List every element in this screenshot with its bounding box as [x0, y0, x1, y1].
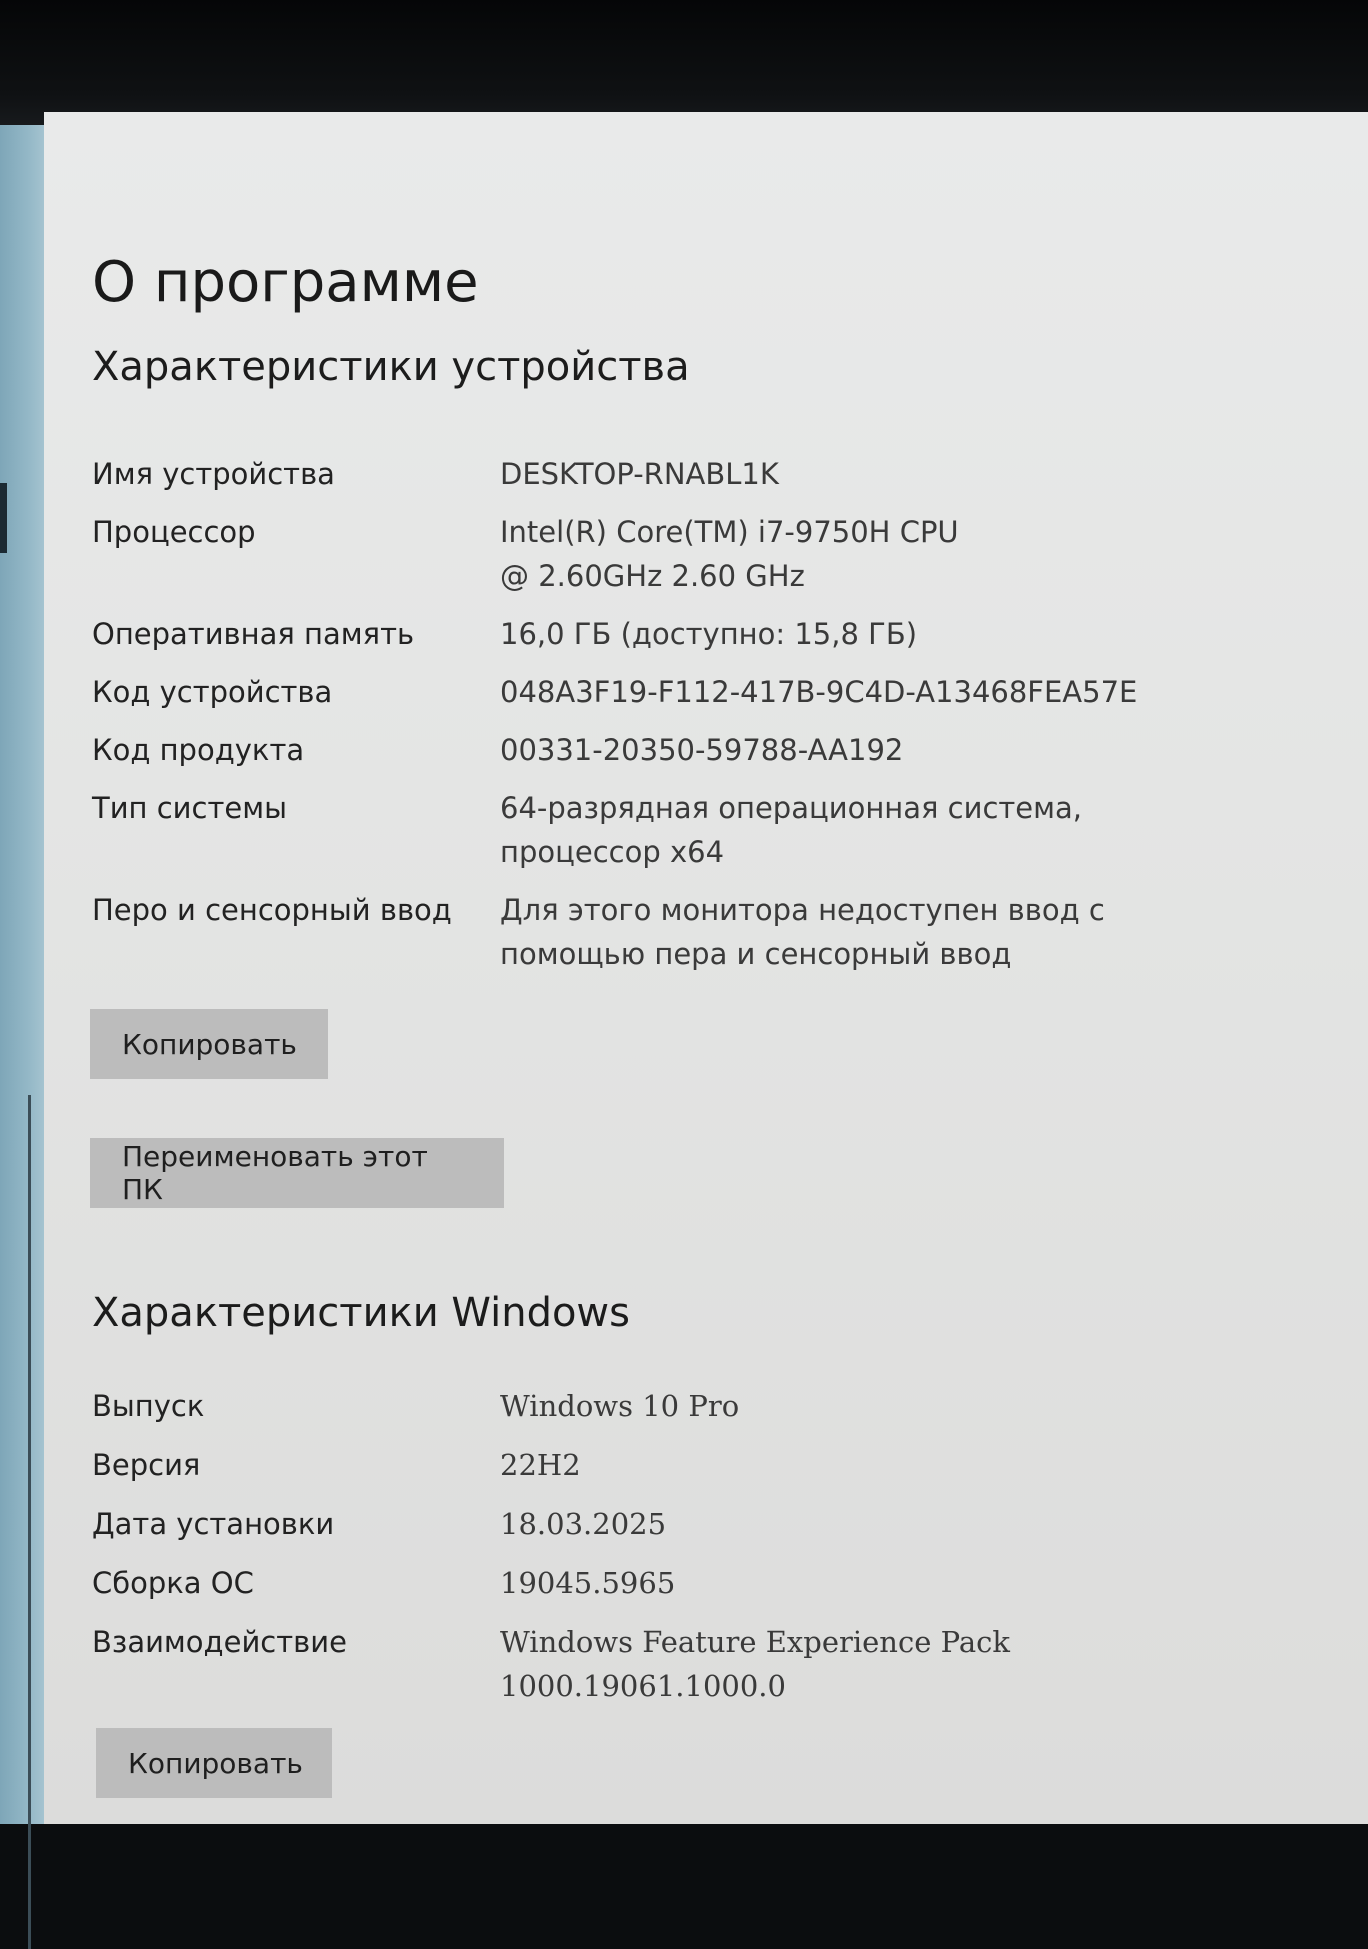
copy-windows-specs-button[interactable]: Копировать: [96, 1728, 332, 1798]
windows-specs-heading: Характеристики Windows: [92, 1290, 630, 1336]
spec-label: Версия: [92, 1448, 201, 1482]
spec-row-product-id: Код продукта 00331-20350-59788-AA192: [92, 728, 1152, 772]
spec-label: Код устройства: [92, 675, 333, 709]
spec-value: DESKTOP-RNABL1K: [500, 457, 779, 491]
page-title: О программе: [92, 250, 479, 315]
spec-label: Выпуск: [92, 1389, 205, 1423]
device-specs-heading: Характеристики устройства: [92, 344, 690, 390]
spec-row-pen-touch: Перо и сенсорный ввод Для этого монитора…: [92, 888, 1152, 976]
spec-label: Сборка ОС: [92, 1566, 254, 1600]
spec-value: 64-разрядная операционная система, проце…: [500, 791, 1083, 869]
spec-label: Тип системы: [92, 791, 287, 825]
spec-row-system-type: Тип системы 64-разрядная операционная си…: [92, 786, 1152, 874]
spec-value: 18.03.2025: [500, 1507, 667, 1541]
spec-label: Процессор: [92, 515, 256, 549]
spec-value: 00331-20350-59788-AA192: [500, 733, 904, 767]
spec-row-device-id: Код устройства 048A3F19-F112-417B-9C4D-A…: [92, 670, 1152, 714]
spec-row-os-build: Сборка ОС 19045.5965: [92, 1561, 1152, 1605]
spec-value: Windows 10 Pro: [500, 1389, 740, 1423]
spec-row-device-name: Имя устройства DESKTOP-RNABL1K: [92, 452, 1152, 496]
spec-row-version: Версия 22H2: [92, 1443, 1152, 1487]
spec-value: Для этого монитора недоступен ввод с пом…: [500, 893, 1105, 971]
spec-value: 16,0 ГБ (доступно: 15,8 ГБ): [500, 617, 918, 651]
spec-label: Код продукта: [92, 733, 305, 767]
sidebar-divider: [28, 1095, 31, 1949]
copy-device-specs-button[interactable]: Копировать: [90, 1009, 328, 1079]
spec-row-experience: Взаимодействие Windows Feature Experienc…: [92, 1620, 1152, 1708]
spec-row-install-date: Дата установки 18.03.2025: [92, 1502, 1152, 1546]
spec-value: 19045.5965: [500, 1566, 676, 1600]
settings-sidebar-edge: [0, 125, 48, 1949]
spec-label: Перо и сенсорный ввод: [92, 893, 452, 927]
device-specs-table: Имя устройства DESKTOP-RNABL1K Процессор…: [92, 452, 1152, 990]
spec-row-ram: Оперативная память 16,0 ГБ (доступно: 15…: [92, 612, 1152, 656]
rename-pc-button[interactable]: Переименовать этот ПК: [90, 1138, 504, 1208]
spec-value: 22H2: [500, 1448, 581, 1482]
about-page: О программе Характеристики устройства Им…: [44, 112, 1368, 1824]
spec-value: Windows Feature Experience Pack 1000.190…: [500, 1625, 1010, 1703]
spec-value: 048A3F19-F112-417B-9C4D-A13468FEA57E: [500, 675, 1138, 709]
spec-label: Оперативная память: [92, 617, 415, 651]
spec-label: Дата установки: [92, 1507, 335, 1541]
spec-row-processor: Процессор Intel(R) Core(TM) i7-9750H CPU…: [92, 510, 1152, 598]
sidebar-selection-indicator: [0, 483, 7, 553]
windows-specs-table: Выпуск Windows 10 Pro Версия 22H2 Дата у…: [92, 1384, 1152, 1723]
spec-value: Intel(R) Core(TM) i7-9750H CPU @ 2.60GHz…: [500, 515, 959, 593]
spec-label: Взаимодействие: [92, 1625, 347, 1659]
spec-row-edition: Выпуск Windows 10 Pro: [92, 1384, 1152, 1428]
spec-label: Имя устройства: [92, 457, 335, 491]
